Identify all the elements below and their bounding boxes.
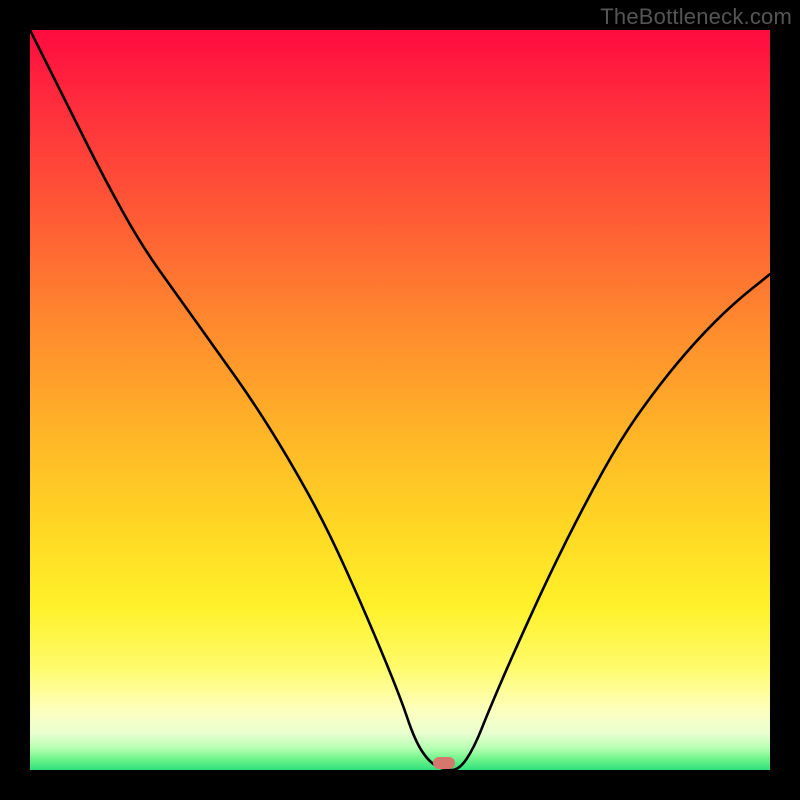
watermark-text: TheBottleneck.com [600, 4, 792, 30]
bottleneck-curve [30, 30, 770, 770]
minimum-marker [433, 757, 455, 769]
chart-frame: TheBottleneck.com [0, 0, 800, 800]
plot-area [30, 30, 770, 770]
